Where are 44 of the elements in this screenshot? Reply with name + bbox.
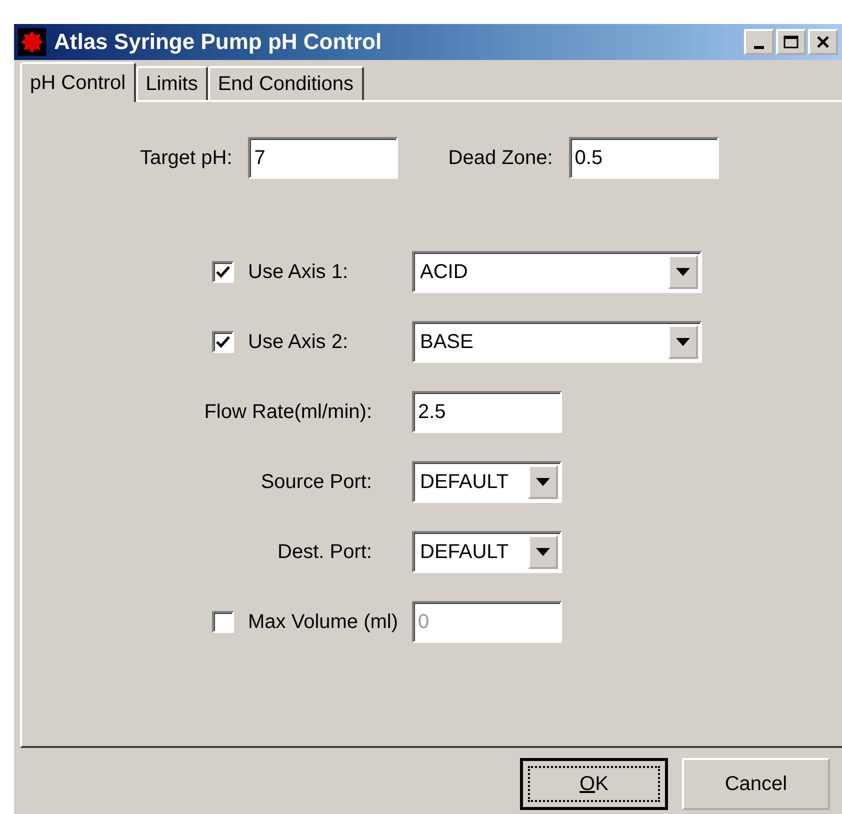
- maximize-icon: [783, 35, 799, 49]
- dropdown[interactable]: ACID: [412, 251, 702, 293]
- dropdown-button[interactable]: [528, 465, 558, 499]
- field-label: Use Axis 2:: [248, 330, 348, 354]
- window-title: Atlas Syringe Pump pH Control: [54, 29, 383, 55]
- field-label: Target pH:: [140, 146, 232, 170]
- checkmark-icon: [216, 265, 230, 279]
- close-icon: [816, 35, 830, 49]
- dropdown-arrow-icon: [676, 268, 690, 276]
- dialog-button[interactable]: Cancel: [682, 758, 830, 810]
- dropdown-arrow-icon: [536, 548, 550, 556]
- minimize-icon: [754, 46, 764, 48]
- maximize-button[interactable]: [776, 29, 806, 55]
- input-field[interactable]: 2.5: [412, 391, 562, 433]
- close-button[interactable]: [808, 29, 838, 55]
- field-label: Use Axis 1:: [248, 260, 348, 284]
- dropdown[interactable]: BASE: [412, 321, 702, 363]
- tab[interactable]: Limits: [136, 66, 208, 100]
- app-icon: [18, 28, 46, 56]
- dropdown-value: BASE: [420, 330, 474, 354]
- dropdown[interactable]: DEFAULT: [412, 461, 562, 503]
- field-label: Source Port:: [260, 470, 372, 494]
- checkbox[interactable]: [212, 331, 234, 353]
- dropdown-button[interactable]: [668, 255, 698, 289]
- input-field[interactable]: 7: [248, 137, 398, 179]
- dropdown[interactable]: DEFAULT: [412, 531, 562, 573]
- dropdown-value: ACID: [420, 260, 468, 284]
- minimize-button[interactable]: [744, 29, 774, 55]
- checkmark-icon: [216, 335, 230, 349]
- dropdown-arrow-icon: [536, 478, 550, 486]
- input-field[interactable]: 0.5: [568, 137, 719, 179]
- field-label: Flow Rate(ml/min):: [204, 400, 372, 424]
- dropdown-arrow-icon: [676, 338, 690, 346]
- field-label: Dead Zone:: [448, 146, 553, 170]
- tab[interactable]: pH Control: [20, 62, 136, 102]
- tab[interactable]: End Conditions: [208, 66, 364, 100]
- dropdown-value: DEFAULT: [420, 540, 509, 564]
- field-label: Dest. Port:: [278, 540, 372, 564]
- dropdown-button[interactable]: [668, 325, 698, 359]
- field-label: Max Volume (ml): [248, 610, 398, 634]
- dropdown-button[interactable]: [528, 535, 558, 569]
- checkbox[interactable]: [212, 261, 234, 283]
- dialog-button[interactable]: OK: [520, 758, 668, 810]
- dropdown-value: DEFAULT: [420, 470, 509, 494]
